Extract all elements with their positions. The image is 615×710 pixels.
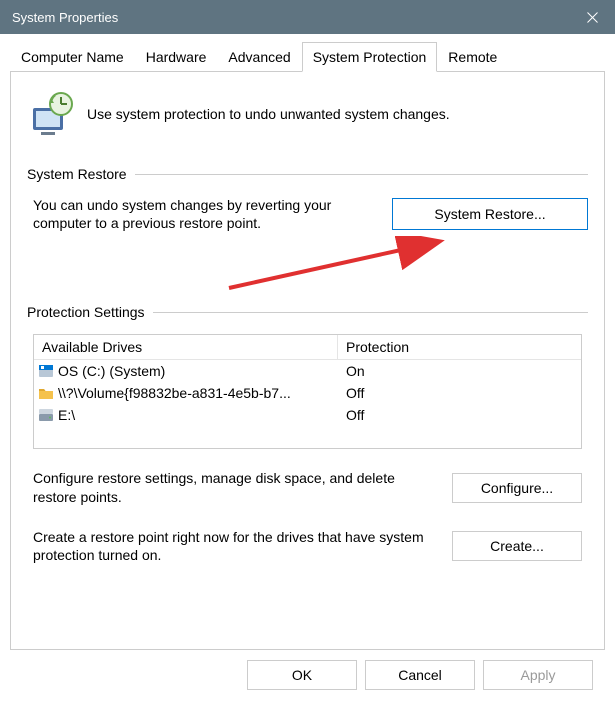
table-row[interactable]: \\?\Volume{f98832be-a831-4e5b-b7... Off <box>34 382 581 404</box>
table-row-empty <box>34 426 581 448</box>
system-restore-row: You can undo system changes by reverting… <box>27 196 588 232</box>
drive-status: On <box>338 363 581 379</box>
drive-icon <box>38 407 54 423</box>
configure-button[interactable]: Configure... <box>452 473 582 503</box>
table-body: OS (C:) (System) On \\?\Volume{f98832be-… <box>34 360 581 448</box>
tab-computer-name[interactable]: Computer Name <box>10 42 135 71</box>
folder-icon <box>38 385 54 401</box>
tab-system-protection[interactable]: System Protection <box>302 42 438 72</box>
tab-body: Use system protection to undo unwanted s… <box>10 72 605 650</box>
system-restore-label: System Restore <box>27 166 127 182</box>
dialog-footer: OK Cancel Apply <box>10 650 605 702</box>
table-row[interactable]: OS (C:) (System) On <box>34 360 581 382</box>
content-area: Computer Name Hardware Advanced System P… <box>0 34 615 710</box>
create-text: Create a restore point right now for the… <box>33 528 436 564</box>
tab-remote[interactable]: Remote <box>437 42 508 71</box>
protection-settings-label: Protection Settings <box>27 304 145 320</box>
drive-name: E:\ <box>58 407 75 423</box>
tab-strip: Computer Name Hardware Advanced System P… <box>10 42 605 72</box>
divider <box>135 174 588 175</box>
system-restore-button[interactable]: System Restore... <box>392 198 588 230</box>
create-row: Create a restore point right now for the… <box>27 528 588 586</box>
apply-button[interactable]: Apply <box>483 660 593 690</box>
drive-name: \\?\Volume{f98832be-a831-4e5b-b7... <box>58 385 291 401</box>
ok-button[interactable]: OK <box>247 660 357 690</box>
system-properties-window: System Properties Computer Name Hardware… <box>0 0 615 710</box>
header-protection[interactable]: Protection <box>338 335 581 360</box>
drives-table: Available Drives Protection OS (C:) (Sys… <box>33 334 582 449</box>
system-restore-text: You can undo system changes by reverting… <box>33 196 374 232</box>
table-row[interactable]: E:\ Off <box>34 404 581 426</box>
drive-status: Off <box>338 407 581 423</box>
header-drives[interactable]: Available Drives <box>34 335 338 360</box>
protection-settings-group-title: Protection Settings <box>27 304 588 320</box>
intro-row: Use system protection to undo unwanted s… <box>27 84 588 138</box>
create-button[interactable]: Create... <box>452 531 582 561</box>
configure-row: Configure restore settings, manage disk … <box>27 469 588 527</box>
configure-text: Configure restore settings, manage disk … <box>33 469 436 505</box>
divider <box>153 312 588 313</box>
close-icon <box>587 12 598 23</box>
arrow-icon <box>217 236 477 294</box>
system-restore-group-title: System Restore <box>27 166 588 182</box>
intro-text: Use system protection to undo unwanted s… <box>87 106 450 122</box>
table-header: Available Drives Protection <box>34 335 581 360</box>
os-drive-icon <box>38 363 54 379</box>
annotation-arrow-area <box>27 242 588 296</box>
cancel-button[interactable]: Cancel <box>365 660 475 690</box>
system-protection-icon <box>27 90 75 138</box>
window-title: System Properties <box>12 10 118 25</box>
drive-status: Off <box>338 385 581 401</box>
close-button[interactable] <box>569 0 615 34</box>
tab-hardware[interactable]: Hardware <box>135 42 218 71</box>
tab-advanced[interactable]: Advanced <box>217 42 301 71</box>
titlebar: System Properties <box>0 0 615 34</box>
drive-name: OS (C:) (System) <box>58 363 165 379</box>
